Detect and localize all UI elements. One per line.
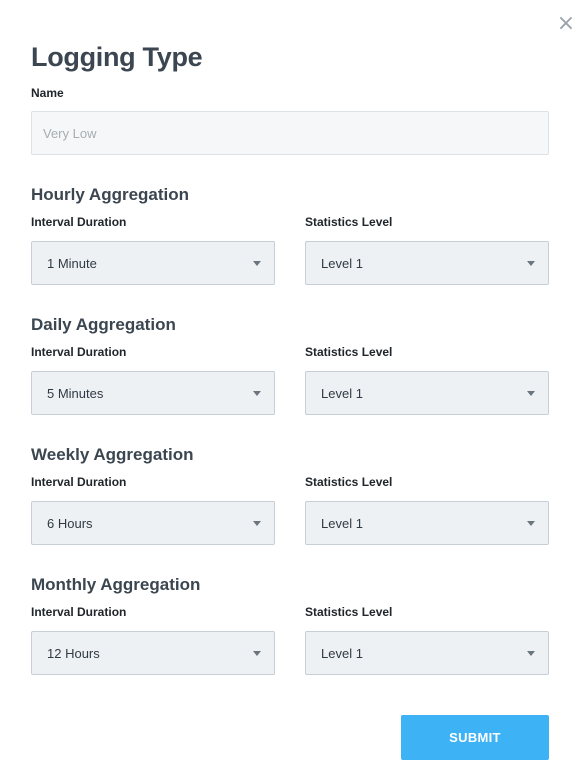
- hourly-stats-label: Statistics Level: [305, 215, 393, 229]
- weekly-interval-label: Interval Duration: [31, 475, 127, 489]
- weekly-section-title: Weekly Aggregation: [31, 445, 194, 464]
- close-icon[interactable]: ×: [556, 12, 576, 36]
- name-label: Name: [31, 86, 64, 100]
- daily-interval-label: Interval Duration: [31, 345, 127, 359]
- select-value: 5 Minutes: [47, 386, 104, 401]
- weekly-stats-select[interactable]: Level 1: [305, 501, 549, 545]
- select-value: Level 1: [321, 386, 363, 401]
- weekly-interval-select[interactable]: 6 Hours: [31, 501, 275, 545]
- page-title: Logging Type: [31, 42, 203, 72]
- caret-down-icon: [253, 651, 261, 656]
- hourly-section-title: Hourly Aggregation: [31, 185, 190, 204]
- daily-stats-label: Statistics Level: [305, 345, 393, 359]
- logging-type-modal: × Logging Type Name Hourly Aggregation I…: [0, 0, 586, 768]
- select-value: Level 1: [321, 516, 363, 531]
- select-value: Level 1: [321, 646, 363, 661]
- monthly-interval-select[interactable]: 12 Hours: [31, 631, 275, 675]
- submit-button[interactable]: SUBMIT: [401, 715, 549, 760]
- monthly-stats-select[interactable]: Level 1: [305, 631, 549, 675]
- monthly-stats-label: Statistics Level: [305, 605, 393, 619]
- caret-down-icon: [253, 261, 261, 266]
- name-input[interactable]: [31, 111, 549, 155]
- select-value: Level 1: [321, 256, 363, 271]
- daily-interval-select[interactable]: 5 Minutes: [31, 371, 275, 415]
- monthly-section-title: Monthly Aggregation: [31, 575, 201, 594]
- select-value: 6 Hours: [47, 516, 93, 531]
- daily-stats-select[interactable]: Level 1: [305, 371, 549, 415]
- hourly-interval-select[interactable]: 1 Minute: [31, 241, 275, 285]
- caret-down-icon: [527, 391, 535, 396]
- caret-down-icon: [527, 261, 535, 266]
- hourly-stats-select[interactable]: Level 1: [305, 241, 549, 285]
- weekly-stats-label: Statistics Level: [305, 475, 393, 489]
- caret-down-icon: [253, 391, 261, 396]
- daily-section-title: Daily Aggregation: [31, 315, 176, 334]
- select-value: 1 Minute: [47, 256, 97, 271]
- select-value: 12 Hours: [47, 646, 100, 661]
- hourly-interval-label: Interval Duration: [31, 215, 127, 229]
- caret-down-icon: [527, 521, 535, 526]
- caret-down-icon: [253, 521, 261, 526]
- monthly-interval-label: Interval Duration: [31, 605, 127, 619]
- caret-down-icon: [527, 651, 535, 656]
